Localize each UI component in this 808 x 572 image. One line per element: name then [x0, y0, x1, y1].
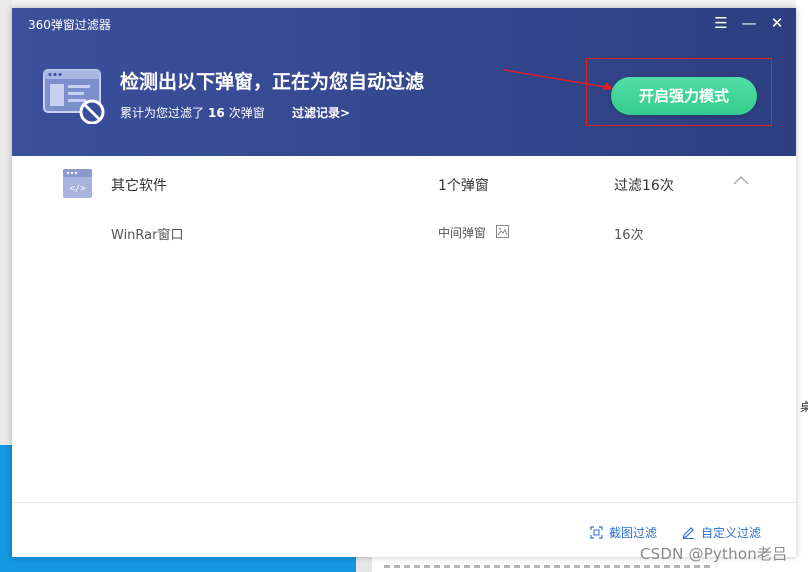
custom-filter-label: 自定义过滤 [701, 526, 762, 540]
background-taskbar-left [0, 445, 12, 572]
background-right-char: 桌 [800, 400, 808, 414]
screenshot-icon [590, 526, 603, 539]
group-popup-count: 1个弹窗 [438, 178, 489, 194]
filter-history-link[interactable]: 过滤记录> [292, 104, 350, 121]
code-window-icon: </> [63, 169, 92, 198]
footer-divider [12, 502, 796, 503]
enable-power-mode-button[interactable]: 开启强力模式 [611, 77, 757, 115]
popup-filter-window: 360弹窗过滤器 ☰ — ✕ 检测出以下弹窗，正在为您自动过滤 累计为您过滤了 1… [12, 8, 796, 557]
window-title: 360弹窗过滤器 [28, 18, 111, 32]
group-filter-count: 过滤16次 [614, 178, 674, 194]
edit-pencil-icon [682, 527, 694, 539]
screenshot-filter-button[interactable]: 截图过滤 [590, 524, 657, 541]
minimize-icon[interactable]: — [736, 12, 762, 34]
blocked-window-icon [43, 69, 105, 124]
list-item-winrar[interactable]: WinRar窗口 中间弹窗 16次 [12, 218, 796, 246]
filter-summary: 累计为您过滤了 16 次弹窗 [120, 104, 265, 121]
header-banner: 360弹窗过滤器 ☰ — ✕ 检测出以下弹窗，正在为您自动过滤 累计为您过滤了 1… [12, 8, 796, 156]
filtered-count: 16 [208, 106, 225, 120]
screenshot-filter-label: 截图过滤 [609, 526, 658, 540]
list-group-other-software[interactable]: </> 其它软件 1个弹窗 过滤16次 [12, 164, 796, 206]
svg-text:</>: </> [69, 184, 86, 194]
item-filter-count: 16次 [614, 228, 644, 243]
group-name: 其它软件 [111, 178, 167, 194]
chevron-up-icon[interactable] [730, 170, 752, 192]
item-popup-type: 中间弹窗 [438, 226, 487, 240]
headline: 检测出以下弹窗，正在为您自动过滤 [120, 71, 425, 93]
background-bottom-blue [12, 557, 356, 572]
background-right [796, 0, 808, 572]
csdn-watermark: CSDN @Python老吕 [640, 545, 788, 563]
background-bottom-divider [356, 557, 372, 572]
summary-prefix: 累计为您过滤了 [120, 106, 205, 120]
summary-suffix: 次弹窗 [228, 106, 265, 120]
background-bottom-text [384, 565, 714, 568]
custom-filter-button[interactable]: 自定义过滤 [682, 524, 761, 541]
item-name: WinRar窗口 [111, 228, 184, 243]
image-preview-icon[interactable] [496, 225, 509, 238]
close-icon[interactable]: ✕ [764, 12, 790, 34]
menu-icon[interactable]: ☰ [708, 12, 734, 34]
